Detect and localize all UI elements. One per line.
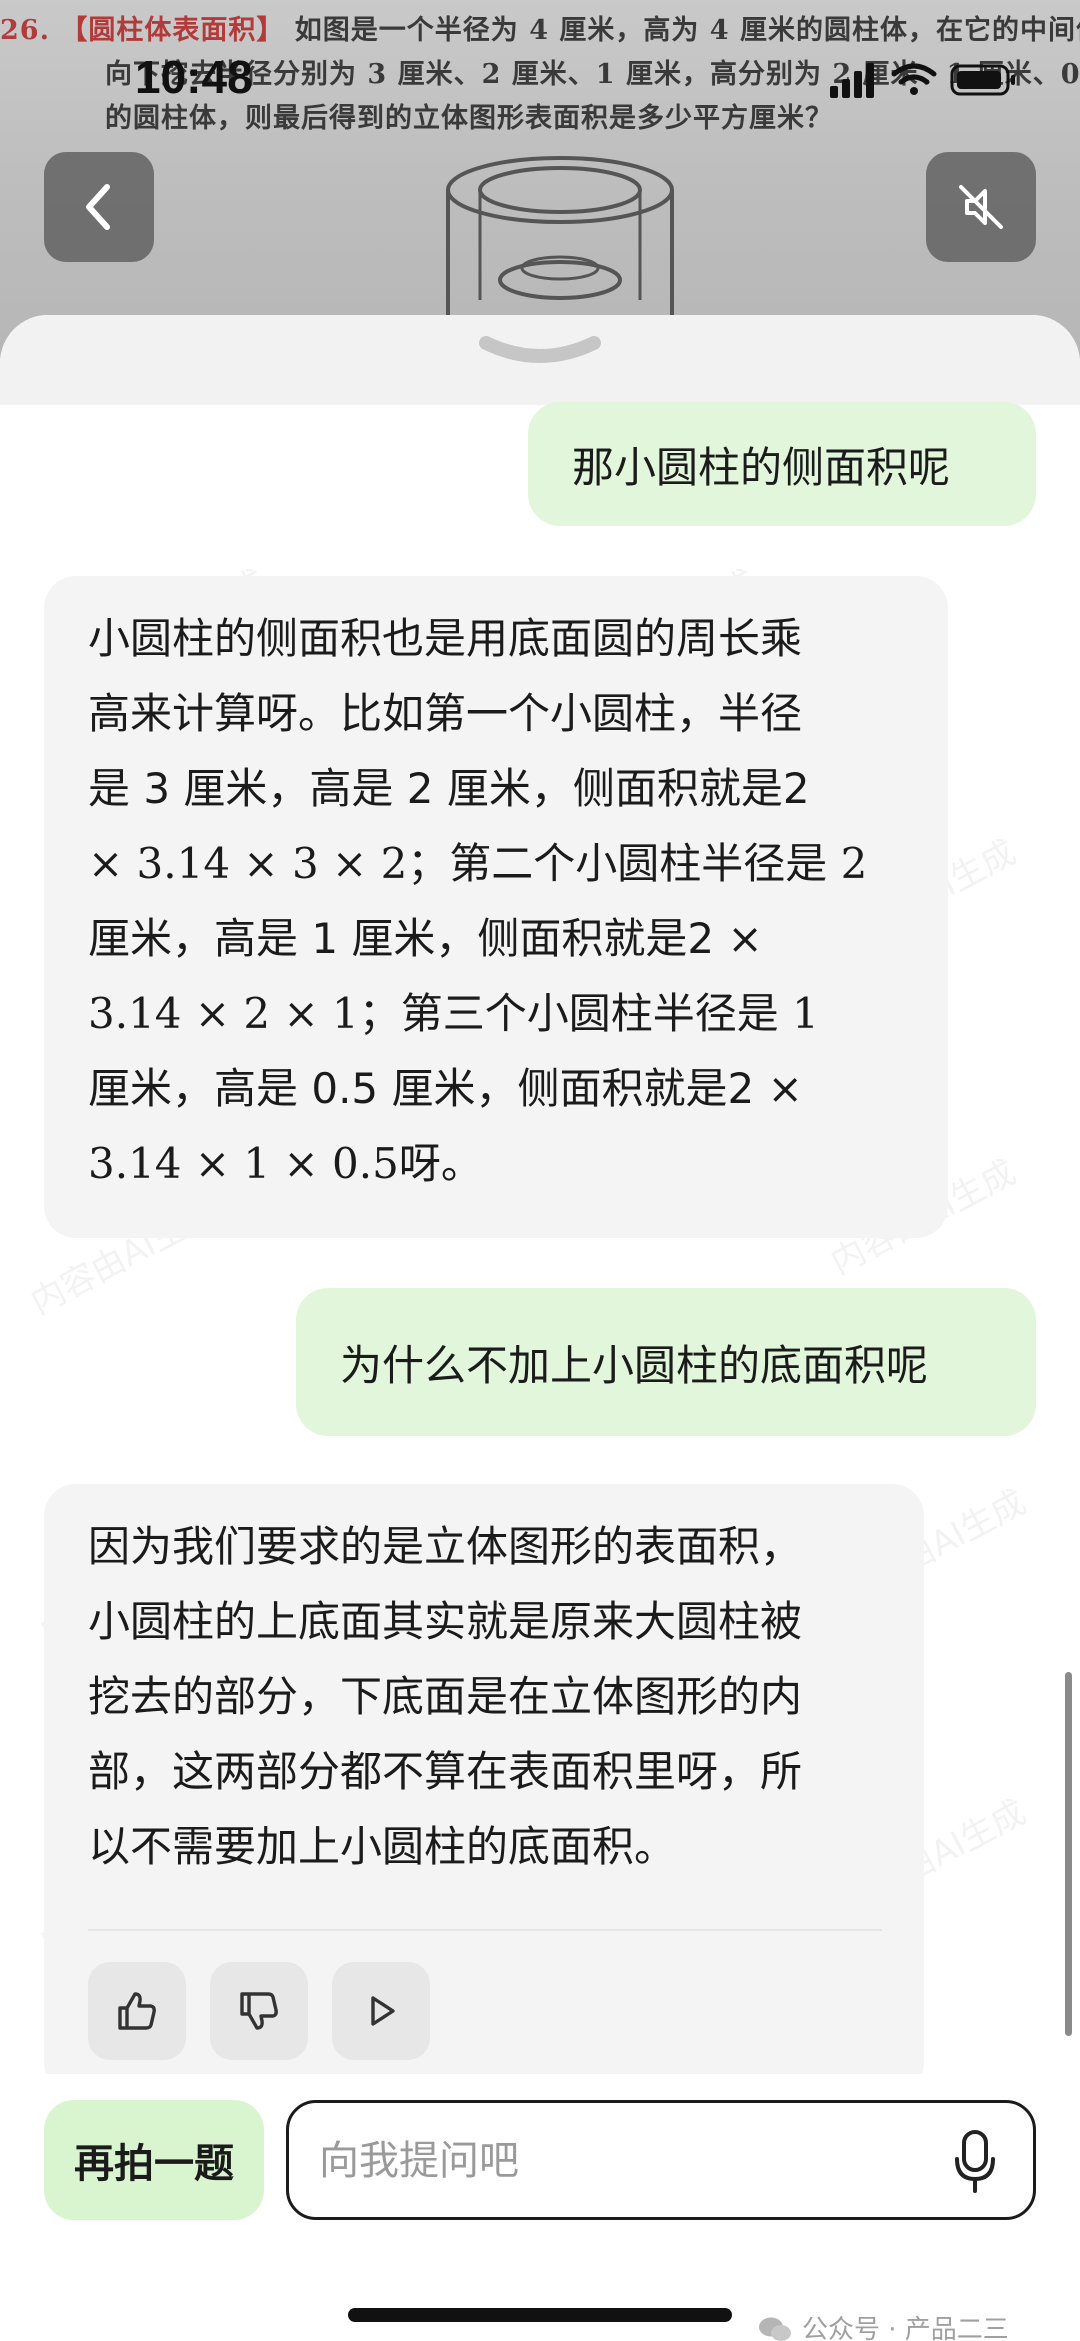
retake-button[interactable]: 再拍一题 <box>44 2100 264 2220</box>
assistant-line: × 3.14 × 3 × 2；第二个小圆柱半径是 2 <box>88 839 868 888</box>
wifi-icon <box>891 63 937 95</box>
assistant-line: 挖去的部分，下底面是在立体图形的内 <box>88 1672 803 1721</box>
assistant-message: 小圆柱的侧面积也是用底面圆的周长乘 高来计算呀。比如第一个小圆柱，半径 是 3 … <box>44 576 948 1238</box>
user-message: 为什么不加上小圆柱的底面积呢 <box>296 1288 1036 1436</box>
assistant-line: 因为我们要求的是立体图形的表面积， <box>88 1522 803 1571</box>
photo-question-tag: 【圆柱体表面积】 <box>60 15 285 46</box>
microphone-icon[interactable] <box>953 2129 997 2195</box>
assistant-line: 3.14 × 2 × 1；第三个小圆柱半径是 1 <box>88 989 819 1038</box>
thumbs-up-icon <box>118 1992 156 2030</box>
status-icons <box>830 63 1015 98</box>
signal-icon <box>830 63 874 98</box>
photo-question-number: 26. <box>0 15 50 46</box>
assistant-line: 高来计算呀。比如第一个小圆柱，半径 <box>88 689 803 738</box>
play-audio-button[interactable] <box>332 1962 430 2060</box>
bottom-bar: 再拍一题 <box>0 2074 1080 2341</box>
chevron-left-icon <box>86 184 110 230</box>
sheet-header <box>0 315 1080 405</box>
ask-input-box[interactable] <box>286 2100 1036 2220</box>
speaker-off-icon <box>959 185 1003 229</box>
dislike-button[interactable] <box>210 1962 308 2060</box>
user-message: 那小圆柱的侧面积呢 <box>528 402 1036 526</box>
home-indicator <box>348 2308 732 2322</box>
assistant-line: 是 3 厘米，高是 2 厘米，侧面积就是2 <box>88 764 810 813</box>
collapse-chevron-icon[interactable] <box>478 333 602 369</box>
wechat-account-label: 公众号 · 产品二三 <box>802 2315 1009 2341</box>
assistant-line: 小圆柱的侧面积也是用底面圆的周长乘 <box>88 614 803 663</box>
assistant-line: 厘米，高是 1 厘米，侧面积就是2 × <box>88 914 763 963</box>
mute-button[interactable] <box>926 152 1036 262</box>
back-button[interactable] <box>44 152 154 262</box>
feedback-row <box>88 1962 430 2060</box>
play-icon <box>371 1996 395 2026</box>
like-button[interactable] <box>88 1962 186 2060</box>
photo-text-line-1: 26. 【圆柱体表面积】 如图是一个半径为 4 厘米，高为 4 厘米的圆柱体，在… <box>0 8 1080 47</box>
wechat-icon <box>759 2317 791 2341</box>
thumbs-down-icon <box>240 1992 278 2030</box>
status-time: 10:48 <box>135 51 253 103</box>
wechat-watermark: 公众号 · 产品二三 <box>758 2316 1009 2341</box>
battery-icon <box>950 64 1015 96</box>
question-input[interactable] <box>319 2121 919 2201</box>
assistant-line: 厘米，高是 0.5 厘米，侧面积就是2 × <box>88 1064 803 1113</box>
assistant-line: 以不需要加上小圆柱的底面积。 <box>88 1822 677 1871</box>
photo-line1-text: 如图是一个半径为 4 厘米，高为 4 厘米的圆柱体，在它的中间依次 <box>294 15 1080 46</box>
scrollbar[interactable] <box>1065 1672 1072 2036</box>
feedback-divider <box>88 1929 882 1931</box>
assistant-line: 3.14 × 1 × 0.5呀。 <box>88 1139 483 1188</box>
assistant-line: 小圆柱的上底面其实就是原来大圆柱被 <box>88 1597 803 1646</box>
assistant-line: 部，这两部分都不算在表面积里呀，所 <box>88 1747 803 1796</box>
